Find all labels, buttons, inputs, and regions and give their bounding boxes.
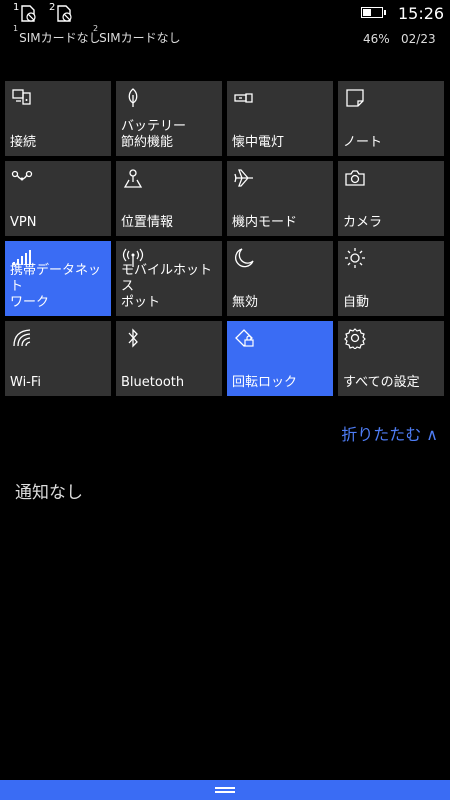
quick-action-label: すべての設定 — [343, 375, 420, 390]
quick-action-tile[interactable]: 懐中電灯 — [227, 81, 333, 156]
battery-icon — [361, 7, 386, 18]
status-bar: 1 2 1SIMカードなし 2SIMカードなし 15:26 46% 02/23 — [0, 0, 450, 56]
battery-percent: 46% — [363, 32, 390, 46]
flashlight-icon — [233, 87, 255, 109]
quick-action-label: ノート — [343, 135, 383, 150]
settings-icon — [344, 327, 366, 350]
quick-action-label: 懐中電灯 — [232, 135, 285, 150]
clock: 15:26 — [398, 4, 445, 23]
quick-action-tile[interactable]: 位置情報 — [116, 161, 222, 236]
action-center-handle-bar[interactable] — [0, 780, 450, 800]
location-icon — [122, 167, 144, 189]
quick-action-tile[interactable]: Bluetooth — [116, 321, 222, 396]
quick-action-tile[interactable]: 機内モード — [227, 161, 333, 236]
quick-action-label: 自動 — [343, 295, 370, 310]
quick-action-tile[interactable]: すべての設定 — [338, 321, 444, 396]
quick-action-tile[interactable]: 自動 — [338, 241, 444, 316]
bluetooth-icon — [122, 327, 144, 349]
quick-action-label: 機内モード — [232, 215, 298, 230]
brightness-icon — [344, 247, 366, 269]
quick-actions-grid: 接続 バッテリー 節約機能懐中電灯 ノート VPN 位置情報 機内モード カメラ携帯データネ… — [5, 81, 445, 396]
quick-action-label: 位置情報 — [121, 215, 174, 230]
moon-icon — [233, 247, 255, 269]
camera-icon — [344, 167, 366, 189]
quick-action-tile[interactable]: 無効 — [227, 241, 333, 316]
airplane-icon — [233, 167, 255, 189]
collapse-button[interactable]: 折りたたむ ∧ — [341, 421, 438, 445]
note-icon — [344, 87, 366, 109]
drag-handle-icon[interactable] — [215, 787, 235, 793]
quick-action-label: Bluetooth — [121, 375, 185, 390]
quick-action-label: 携帯データネット ワーク — [10, 263, 102, 310]
quick-action-label: 回転ロック — [232, 375, 298, 390]
sim1-status: 1SIMカードなし — [13, 24, 101, 45]
quick-action-tile[interactable]: ノート — [338, 81, 444, 156]
quick-action-label: 接続 — [10, 135, 37, 150]
sim1-no-signal-icon: 1 — [13, 2, 39, 23]
sim2-no-signal-icon: 2 — [49, 2, 75, 23]
sim2-status: 2SIMカードなし — [93, 24, 181, 45]
sim-icons: 1 2 — [13, 2, 75, 23]
wifi-icon — [11, 327, 33, 349]
quick-action-label: 無効 — [232, 295, 259, 310]
battery-saver-icon — [122, 87, 144, 109]
vpn-icon — [11, 167, 33, 189]
connect-icon — [11, 87, 33, 109]
quick-action-label: Wi-Fi — [10, 375, 42, 390]
quick-action-tile[interactable]: 携帯データネット ワーク — [5, 241, 111, 316]
quick-action-tile[interactable]: バッテリー 節約機能 — [116, 81, 222, 156]
quick-action-label: モバイルホットス ポット — [121, 263, 213, 310]
quick-action-tile[interactable]: 回転ロック — [227, 321, 333, 396]
quick-action-tile[interactable]: VPN — [5, 161, 111, 236]
quick-action-label: バッテリー 節約機能 — [121, 119, 187, 150]
quick-action-tile[interactable]: モバイルホットス ポット — [116, 241, 222, 316]
rotation-lock-icon — [233, 327, 255, 349]
quick-action-label: カメラ — [343, 215, 383, 230]
quick-action-tile[interactable]: 接続 — [5, 81, 111, 156]
quick-action-tile[interactable]: カメラ — [338, 161, 444, 236]
date: 02/23 — [401, 32, 436, 46]
no-notifications-text: 通知なし — [15, 483, 83, 503]
quick-action-tile[interactable]: Wi-Fi — [5, 321, 111, 396]
quick-action-label: VPN — [10, 215, 37, 230]
